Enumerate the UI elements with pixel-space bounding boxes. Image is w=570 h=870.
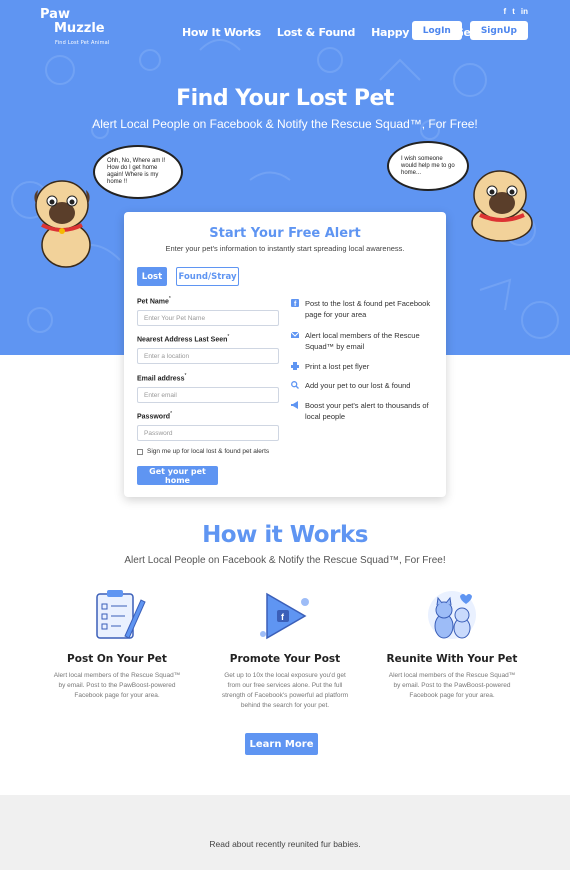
feature-item: Add your pet to our lost & found [291, 380, 436, 391]
email-input[interactable]: Enter email [137, 387, 279, 403]
step-promote: f Promote Your Post Get up to 10x the lo… [210, 588, 360, 711]
password-input[interactable]: Password [137, 425, 279, 441]
step-reunite-text: Alert local members of the Rescue Squad™… [388, 672, 516, 699]
alerts-signup-checkbox[interactable]: Sign me up for local lost & found pet al… [137, 448, 269, 455]
hero-subtitle: Alert Local People on Facebook & Notify … [92, 117, 478, 131]
email-icon [290, 331, 300, 339]
step-promote-title: Promote Your Post [229, 653, 341, 665]
step-post-text: Alert local members of the Rescue Squad™… [53, 672, 181, 699]
form-title: Start Your Free Alert [209, 226, 361, 241]
megaphone-icon [291, 401, 299, 409]
linkedin-icon[interactable]: in [521, 7, 528, 16]
speech-bubble-left: Ohh, No, Where am I! How do I get home a… [93, 145, 183, 199]
search-icon [291, 381, 299, 389]
reunited-section: Read about recently reunited fur babies. [0, 795, 570, 870]
signup-button[interactable]: SignUp [469, 21, 528, 40]
checkbox-box[interactable] [137, 448, 143, 455]
feature-item: f Post to the lost & found pet Facebook … [291, 298, 436, 320]
brand-tagline: Find Lost Pet Animal [55, 40, 110, 46]
password-label: Password* [137, 411, 173, 421]
nav-how-it-works[interactable]: How It Works [182, 26, 261, 39]
address-label: Nearest Address Last Seen* [137, 334, 230, 344]
twitter-icon[interactable]: t [512, 7, 515, 16]
step-reunite: Reunite With Your Pet Alert local member… [377, 588, 527, 701]
nav-lost-found[interactable]: Lost & Found [277, 26, 355, 39]
brand-line1: Paw [40, 7, 70, 22]
sad-pug-illustration-right [471, 170, 533, 242]
pet-name-input[interactable]: Enter Your Pet Name [137, 310, 279, 326]
form-intro: Enter your pet's information to instantl… [165, 244, 405, 253]
email-label: Email address* [137, 373, 187, 383]
address-input[interactable]: Enter a location [137, 348, 279, 364]
auth-buttons: LogIn SignUp [411, 21, 528, 40]
how-it-works-subtitle: Alert Local People on Facebook & Notify … [124, 555, 446, 566]
step-post: Post On Your Pet Alert local members of … [42, 588, 192, 701]
how-it-works-title: How it Works [202, 522, 368, 548]
reunited-heading-partial [0, 859, 570, 870]
reunited-intro: Read about recently reunited fur babies. [209, 839, 361, 849]
step-post-title: Post On Your Pet [67, 653, 167, 665]
brand-logo[interactable]: Paw Muzzle Find Lost Pet Animal [40, 8, 110, 50]
step-promote-text: Get up to 10x the local exposure you'd g… [221, 672, 349, 709]
feature-item: Boost your pet's alert to thousands of l… [291, 400, 436, 422]
checkbox-label: Sign me up for local lost & found pet al… [147, 448, 270, 455]
clipboard-pen-icon [96, 590, 146, 639]
feature-item: Print a lost pet flyer [291, 361, 436, 372]
printer-icon [291, 362, 299, 370]
alert-form-card: Start Your Free Alert Enter your pet's i… [124, 212, 446, 497]
learn-more-button[interactable]: Learn More [245, 733, 318, 755]
facebook-icon: f [291, 299, 299, 308]
step-reunite-title: Reunite With Your Pet [386, 653, 518, 665]
lost-found-toggle: Lost Found/Stray [137, 267, 239, 286]
clipped-heading-glyphs [195, 864, 375, 870]
reunited-pets-icon [428, 591, 476, 639]
facebook-video-promo-icon: f [260, 592, 309, 640]
speech-bubble-right: I wish someone would help me to go home.… [387, 141, 469, 191]
brand-line2: Muzzle [54, 21, 105, 36]
social-links: f t in [504, 7, 528, 16]
facebook-icon[interactable]: f [504, 7, 507, 16]
login-button[interactable]: LogIn [411, 21, 462, 40]
lost-tab[interactable]: Lost [137, 267, 167, 286]
feature-item: Alert local members of the Rescue Squad™… [290, 330, 436, 352]
found-stray-tab[interactable]: Found/Stray [176, 267, 239, 286]
pet-name-label: Pet Name* [137, 296, 171, 306]
hero-title: Find Your Lost Pet [176, 86, 394, 111]
sad-pug-illustration-left [34, 180, 91, 268]
get-pet-home-button[interactable]: Get your pet home [137, 466, 218, 485]
